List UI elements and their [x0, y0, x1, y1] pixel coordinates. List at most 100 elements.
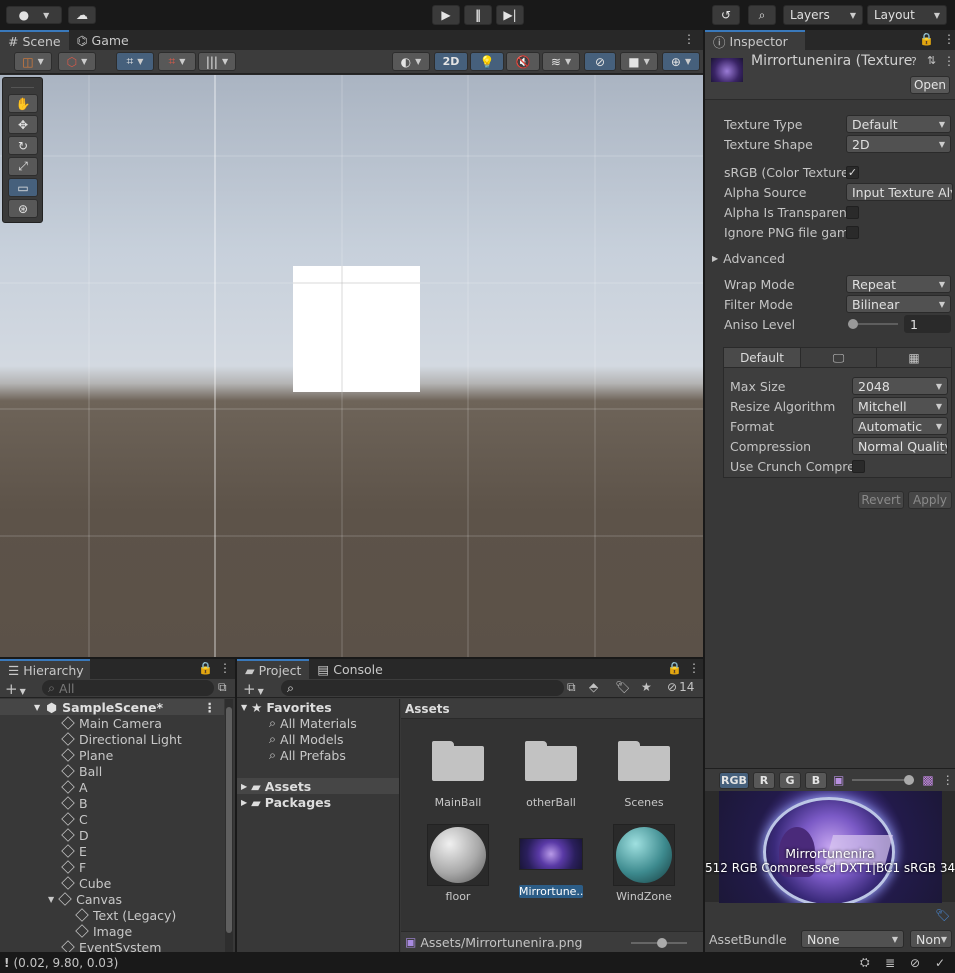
open-button[interactable]: Open	[910, 76, 950, 94]
hierarchy-add-button[interactable]: + ▼	[5, 680, 26, 698]
revert-button[interactable]: Revert	[858, 491, 904, 509]
tab-inspector[interactable]: ⓘ Inspector	[705, 30, 805, 50]
asset-item[interactable]: MainBall	[423, 739, 493, 809]
filter-type-icon[interactable]: ⬘	[589, 680, 598, 694]
list-item[interactable]: ⌕ All Prefabs	[269, 747, 346, 763]
list-item[interactable]: F	[61, 859, 86, 875]
list-item[interactable]: EventSystem	[61, 939, 161, 952]
resize-algorithm-dropdown[interactable]: Mitchell ▼	[852, 397, 948, 415]
preview-menu-icon[interactable]: ⋮	[942, 773, 954, 787]
tab-project[interactable]: ▰ Project	[237, 659, 310, 679]
list-item[interactable]: A	[61, 779, 88, 795]
check-icon[interactable]: ✓	[935, 956, 945, 970]
list-item[interactable]: ⌕ All Models	[269, 731, 344, 747]
scene-menu-icon[interactable]: ⋮	[683, 32, 695, 46]
alpha-transparency-checkbox[interactable]	[846, 205, 859, 219]
audio-button[interactable]: 🔇	[506, 52, 540, 71]
asset-labels-icon[interactable]: 🏷	[935, 908, 950, 922]
assetbundle-dropdown[interactable]: None ▼	[801, 930, 904, 948]
asset-item[interactable]: WindZone	[609, 824, 679, 904]
assetbundle-variant-dropdown[interactable]: Non ▼	[910, 930, 952, 948]
mip-slider[interactable]	[852, 773, 915, 787]
bake-icon[interactable]: ⛭	[860, 955, 870, 970]
ruler-button[interactable]: ||| ▼	[198, 52, 236, 71]
asset-item[interactable]: Mirrortune...	[516, 824, 586, 904]
rotate-tool-icon[interactable]: ↻	[8, 136, 38, 155]
list-item[interactable]: Plane	[61, 747, 113, 763]
hand-tool-icon[interactable]: ✋	[8, 94, 38, 113]
list-item[interactable]: C	[61, 811, 88, 827]
filter-label-icon[interactable]: 🏷	[615, 680, 630, 694]
grid-snap-button[interactable]: ⌗ ▼	[116, 52, 154, 71]
layers-dropdown[interactable]: Layers ▼	[783, 5, 863, 25]
texture-shape-dropdown[interactable]: 2D ▼	[846, 135, 951, 153]
tab-platform-webgl[interactable]: ▦	[876, 348, 951, 367]
play-button[interactable]: ▶	[432, 5, 460, 25]
asset-item[interactable]: Scenes	[609, 739, 679, 809]
list-item[interactable]: Ball	[61, 763, 102, 779]
scene-row[interactable]: ▼ ⬢ SampleScene* ⋮	[0, 699, 224, 715]
aniso-level-input[interactable]: 1	[904, 315, 951, 333]
cache-icon[interactable]: ≣	[885, 956, 895, 970]
hidden-objects-button[interactable]: ⊘	[584, 52, 616, 71]
draw-mode-dropdown[interactable]: ◫ ▼	[14, 52, 52, 71]
channel-b-button[interactable]: B	[805, 771, 827, 789]
srgb-checkbox[interactable]: ✓	[846, 165, 859, 179]
pause-button[interactable]: ‖	[464, 5, 492, 25]
inspector-menu-icon[interactable]: ⋮	[943, 32, 955, 46]
list-item[interactable]: D	[61, 827, 89, 843]
hierarchy-search-input[interactable]: ⌕ All	[42, 680, 214, 696]
hierarchy-menu-icon[interactable]: ⋮	[219, 661, 231, 675]
rect-tool-icon[interactable]: ▭	[8, 178, 38, 197]
network-icon[interactable]: ⊘	[910, 956, 920, 970]
layout-dropdown[interactable]: Layout ▼	[867, 5, 947, 25]
asset-item[interactable]: otherBall	[516, 739, 586, 809]
compression-dropdown[interactable]: Normal Quality▼	[852, 437, 948, 455]
crunch-checkbox[interactable]	[852, 459, 865, 473]
list-item[interactable]: Image	[75, 923, 132, 939]
camera-mode-dropdown[interactable]: ◐ ▼	[392, 52, 430, 71]
tab-platform-default[interactable]: Default	[724, 348, 800, 367]
list-item[interactable]: Text (Legacy)	[75, 907, 176, 923]
favorite-star-icon[interactable]: ★	[641, 680, 652, 694]
format-dropdown[interactable]: Automatic ▼	[852, 417, 948, 435]
favorites-foldout[interactable]: ▼ ★ Favorites	[241, 699, 332, 715]
account-button[interactable]: ● ▼	[6, 6, 62, 24]
move-tool-icon[interactable]: ✥	[8, 115, 38, 134]
hidden-packages-button[interactable]: ⊘ 14	[667, 680, 694, 694]
history-button[interactable]: ↺	[712, 5, 740, 25]
tree-item-assets[interactable]: ▶ ▰ Assets	[237, 778, 399, 794]
project-add-button[interactable]: + ▼	[243, 680, 264, 698]
channel-rgb-button[interactable]: RGB	[719, 771, 749, 789]
channel-g-button[interactable]: G	[779, 771, 801, 789]
alpha-source-dropdown[interactable]: Input Texture Al▼	[846, 183, 953, 201]
search-button[interactable]: ⌕	[748, 5, 776, 25]
project-search-input[interactable]: ⌕	[281, 680, 564, 696]
hierarchy-scrollbar[interactable]	[225, 699, 233, 952]
tab-platform-standalone[interactable]: 🖵	[800, 348, 876, 367]
tab-console[interactable]: ▤ Console	[309, 659, 390, 679]
filter-mode-dropdown[interactable]: Bilinear ▼	[846, 295, 951, 313]
apply-button[interactable]: Apply	[908, 491, 952, 509]
list-item[interactable]: Directional Light	[61, 731, 182, 747]
icon-size-slider[interactable]	[631, 936, 687, 950]
scene-visibility-icon[interactable]: ⧉	[218, 680, 227, 695]
chevron-down-icon[interactable]: ▼	[48, 895, 54, 904]
project-menu-icon[interactable]: ⋮	[688, 661, 700, 675]
cloud-button[interactable]: ☁	[68, 6, 96, 24]
list-item[interactable]: Main Camera	[61, 715, 162, 731]
texture-type-dropdown[interactable]: Default ▼	[846, 115, 951, 133]
search-scope-icon[interactable]: ⧉	[567, 680, 576, 695]
lock-icon[interactable]: 🔒	[919, 32, 934, 46]
effects-dropdown[interactable]: ≋ ▼	[542, 52, 580, 71]
list-item[interactable]: ▼ Canvas	[48, 891, 122, 907]
aniso-slider[interactable]	[846, 316, 900, 332]
advanced-foldout[interactable]: ▶ Advanced	[712, 250, 955, 266]
list-item[interactable]: ⌕ All Materials	[269, 715, 357, 731]
tab-hierarchy[interactable]: ☰ Hierarchy	[0, 659, 90, 679]
ui-image-object[interactable]	[293, 266, 420, 392]
preset-icon[interactable]: ⇅	[927, 54, 936, 67]
gizmos-dropdown[interactable]: ⊕ ▼	[662, 52, 700, 71]
max-size-dropdown[interactable]: 2048 ▼	[852, 377, 948, 395]
scale-tool-icon[interactable]: ⤢	[8, 157, 38, 176]
